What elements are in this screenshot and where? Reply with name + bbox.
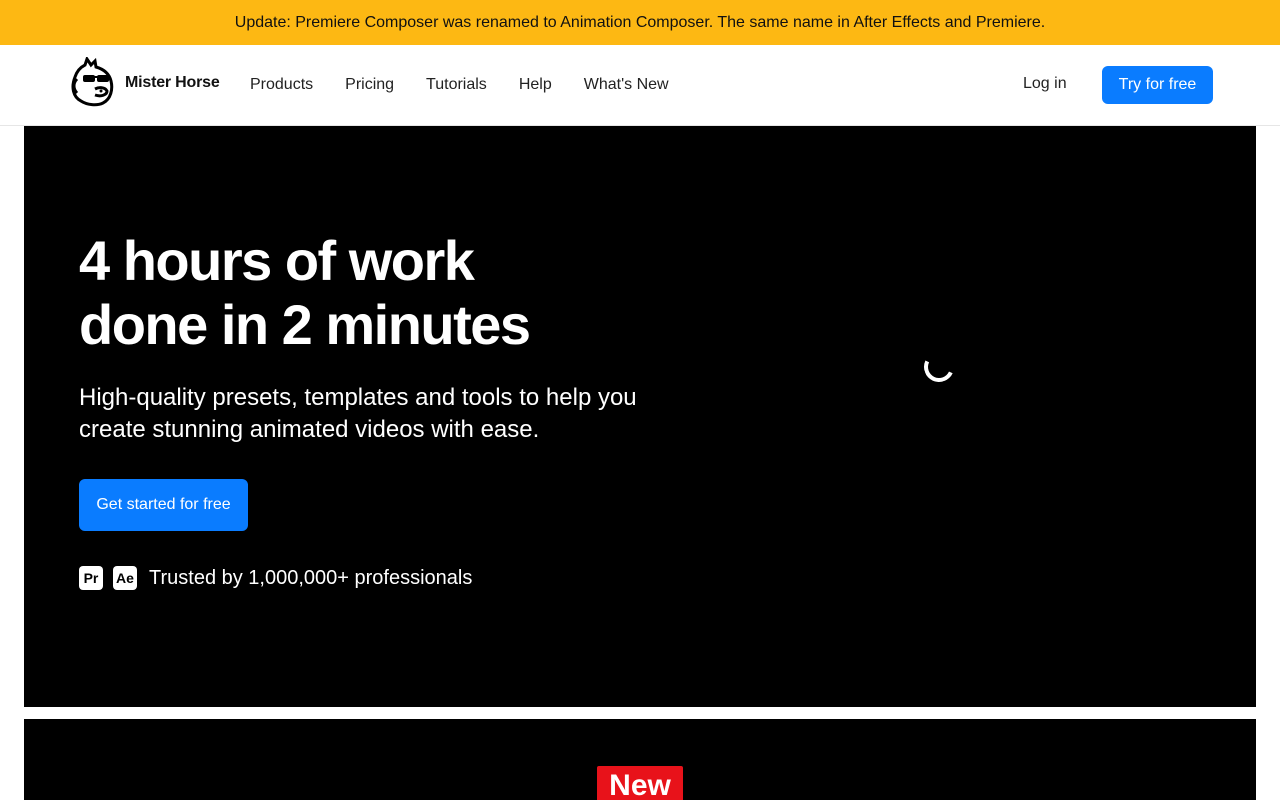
nav-pricing[interactable]: Pricing — [345, 76, 394, 94]
login-link[interactable]: Log in — [1023, 75, 1067, 93]
brand-name: Mister Horse — [125, 74, 220, 91]
hero-subtitle-line-2: create stunning animated videos with eas… — [79, 416, 540, 443]
hero-subtitle: High-quality presets, templates and tool… — [79, 382, 699, 446]
hero-subtitle-line-1: High-quality presets, templates and tool… — [79, 384, 637, 411]
hero-section: 4 hours of work done in 2 minutes High-q… — [24, 126, 1256, 707]
nav-whats-new[interactable]: What's New — [584, 76, 669, 94]
hero-title-line-1: 4 hours of work — [79, 229, 475, 292]
trust-row: Pr Ae Trusted by 1,000,000+ professional… — [79, 566, 472, 590]
new-feature-section: New — [24, 719, 1256, 800]
loading-spinner-icon — [919, 347, 959, 387]
announcement-banner: Update: Premiere Composer was renamed to… — [0, 0, 1280, 45]
banner-text: Update: Premiere Composer was renamed to… — [234, 13, 1046, 31]
try-for-free-button[interactable]: Try for free — [1102, 66, 1213, 104]
top-navigation: Mister Horse Products Pricing Tutorials … — [0, 45, 1280, 126]
trust-text: Trusted by 1,000,000+ professionals — [149, 566, 473, 589]
main-nav: Products Pricing Tutorials Help What's N… — [250, 45, 701, 125]
nav-tutorials[interactable]: Tutorials — [426, 76, 487, 94]
get-started-button[interactable]: Get started for free — [79, 479, 248, 531]
nav-help[interactable]: Help — [519, 76, 552, 94]
brand-logo-link[interactable]: Mister Horse — [67, 57, 220, 109]
hero-title: 4 hours of work done in 2 minutes — [79, 229, 719, 357]
new-badge: New — [597, 766, 683, 800]
horse-logo-icon — [71, 57, 114, 107]
nav-products[interactable]: Products — [250, 76, 313, 94]
hero-title-line-2: done in 2 minutes — [79, 293, 531, 356]
after-effects-icon: Ae — [113, 566, 137, 590]
premiere-pro-icon: Pr — [79, 566, 103, 590]
